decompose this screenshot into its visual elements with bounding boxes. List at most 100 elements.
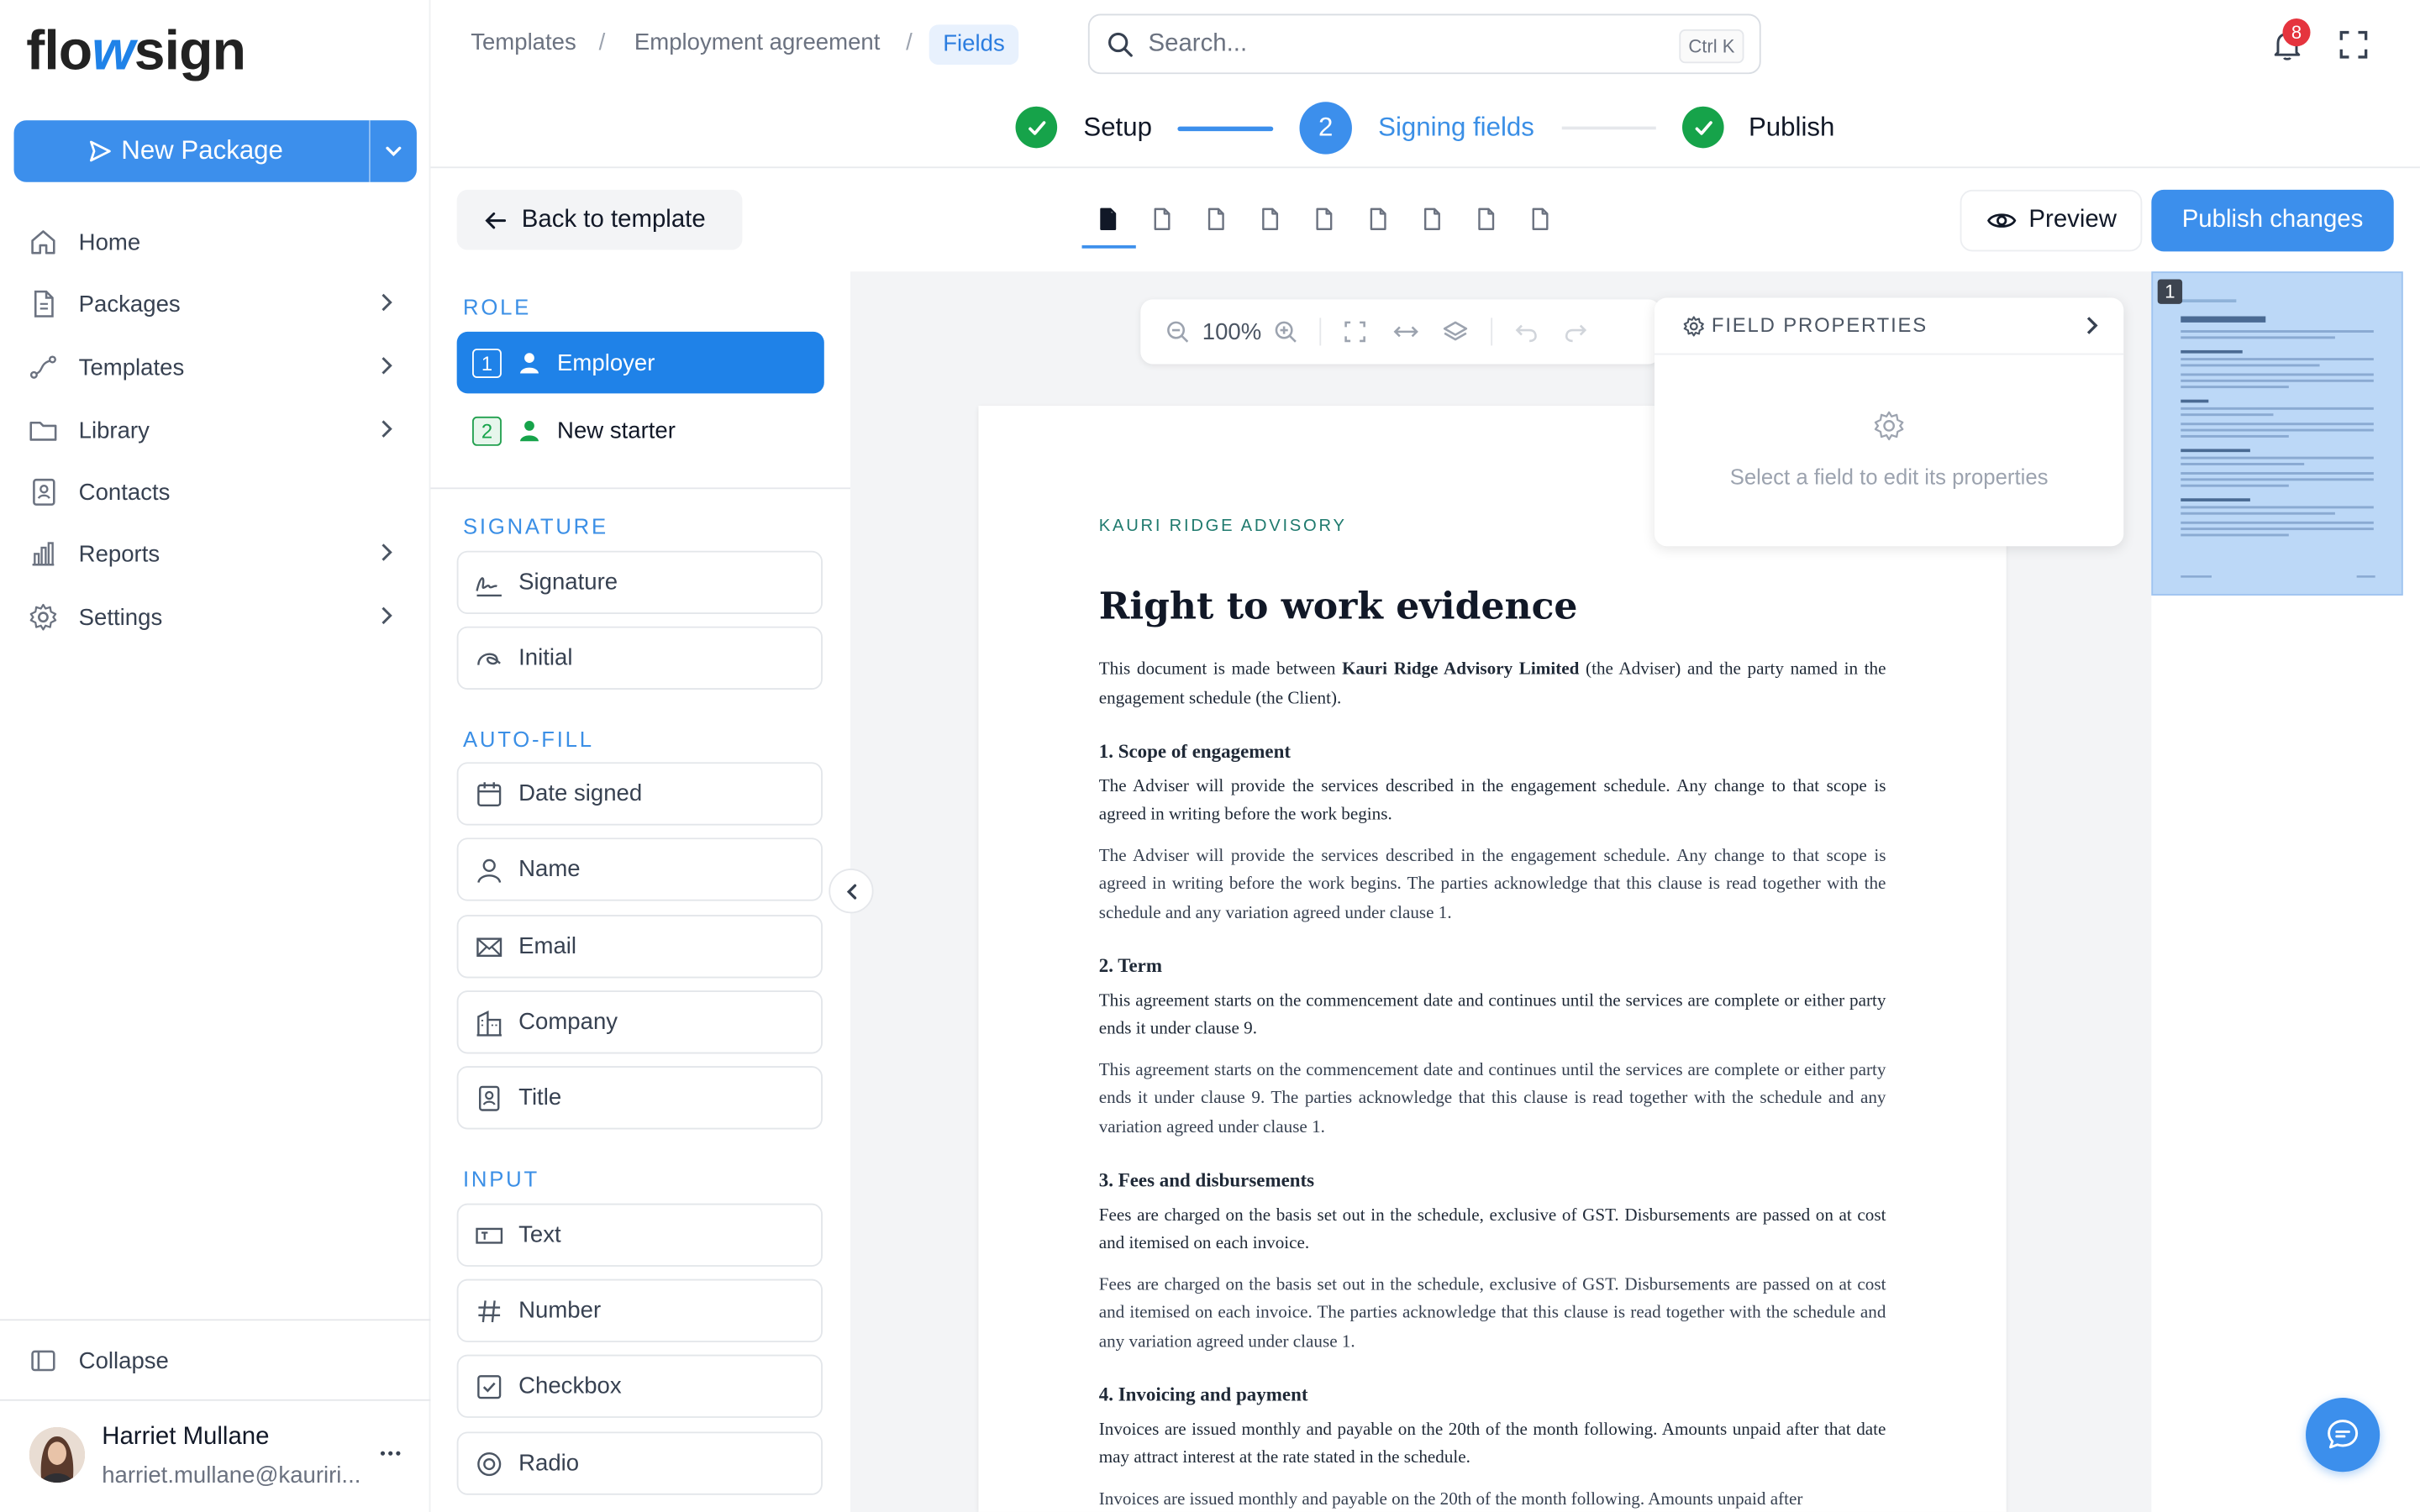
- sidebar-divider: [0, 1399, 431, 1401]
- gear-icon: [29, 603, 57, 631]
- page-tab[interactable]: [1420, 207, 1444, 231]
- page-tab[interactable]: [1096, 207, 1120, 231]
- breadcrumb-employment-agreement[interactable]: Employment agreement: [634, 29, 880, 55]
- page-tab[interactable]: [1365, 207, 1390, 231]
- field-initial[interactable]: Initial: [456, 626, 823, 690]
- field-radio[interactable]: Radio: [456, 1431, 823, 1495]
- step-setup-label[interactable]: Setup: [1083, 113, 1152, 144]
- field-name[interactable]: Name: [456, 837, 823, 901]
- gear-icon: [1683, 316, 1704, 337]
- role-section-title: ROLE: [463, 294, 532, 320]
- step-publish-label[interactable]: Publish: [1749, 113, 1834, 144]
- undo-icon[interactable]: [1514, 319, 1539, 344]
- search-input[interactable]: Search...: [1149, 30, 1248, 58]
- sidebar-item-label: Packages: [78, 291, 181, 318]
- chat-button[interactable]: [2306, 1398, 2381, 1473]
- home-icon: [31, 230, 55, 255]
- checkbox-icon: [477, 1374, 502, 1399]
- layers-icon[interactable]: [1442, 319, 1470, 344]
- role-label: Employer: [557, 349, 655, 376]
- field-email[interactable]: Email: [456, 915, 823, 979]
- notification-count-badge: 8: [2282, 18, 2311, 47]
- user-menu-button[interactable]: [378, 1441, 402, 1465]
- field-signature[interactable]: Signature: [456, 550, 823, 615]
- field-text[interactable]: Text: [456, 1203, 823, 1267]
- role-new-starter[interactable]: 2 New starter: [457, 400, 824, 461]
- new-package-main[interactable]: New Package: [14, 120, 357, 181]
- person-icon: [477, 858, 502, 883]
- page-tab[interactable]: [1474, 207, 1498, 231]
- avatar[interactable]: [29, 1426, 86, 1483]
- fit-width-icon[interactable]: [1392, 319, 1420, 344]
- field-title[interactable]: Title: [456, 1066, 823, 1130]
- chevron-left-icon: [845, 883, 856, 899]
- breadcrumb-templates[interactable]: Templates: [471, 29, 576, 55]
- sidebar-item-library[interactable]: Library: [14, 402, 418, 460]
- app-logo[interactable]: flowsign: [26, 18, 246, 83]
- chevron-right-icon: [381, 606, 392, 625]
- fullscreen-button[interactable]: [2338, 29, 2370, 60]
- role-employer[interactable]: 1 Employer: [456, 331, 824, 394]
- gear-icon: [1874, 411, 1904, 441]
- breadcrumb-fields[interactable]: Fields: [929, 24, 1019, 66]
- sidebar-item-home[interactable]: Home: [14, 213, 418, 271]
- field-date-signed[interactable]: Date signed: [456, 762, 823, 826]
- fit-page-icon[interactable]: [1344, 319, 1368, 344]
- document-page[interactable]: KAURI RIDGE ADVISORY Right to work evide…: [978, 406, 2007, 1512]
- contacts-icon: [33, 478, 55, 506]
- page-tab[interactable]: [1528, 207, 1552, 231]
- breadcrumb-separator: /: [598, 29, 606, 56]
- doc-section-heading: 3. Fees and disbursements: [1098, 1169, 1315, 1191]
- step-signing-fields-number[interactable]: 2: [1299, 102, 1352, 155]
- sidebar-item-templates[interactable]: Templates: [14, 338, 418, 396]
- page-tab[interactable]: [1150, 207, 1174, 231]
- doc-title: Right to work evidence: [1098, 583, 1578, 628]
- sidebar-item-settings[interactable]: Settings: [14, 588, 418, 647]
- field-label: Title: [518, 1084, 562, 1111]
- more-horizontal-icon: [380, 1451, 401, 1456]
- doc-paragraph: Fees are charged on the basis set out in…: [1098, 1275, 1886, 1352]
- field-label: Text: [518, 1221, 561, 1248]
- step-signing-fields-label[interactable]: Signing fields: [1378, 113, 1534, 144]
- field-properties-hint: Select a field to edit its properties: [1729, 464, 2049, 490]
- doc-paragraph: Fees are charged on the basis set out in…: [1098, 1205, 1886, 1253]
- field-label: Email: [518, 933, 577, 960]
- page-thumbnail[interactable]: [2151, 271, 2403, 596]
- eye-icon: [1986, 213, 2016, 228]
- redo-icon[interactable]: [1564, 319, 1588, 344]
- zoom-level: 100%: [1202, 318, 1262, 345]
- zoom-in-icon[interactable]: [1274, 319, 1298, 344]
- page-tab[interactable]: [1258, 207, 1282, 231]
- field-label: Initial: [518, 644, 573, 671]
- user-email: harriet.mullane@kauriri...: [102, 1462, 361, 1489]
- sidebar-item-contacts[interactable]: Contacts: [14, 463, 418, 522]
- field-number[interactable]: Number: [456, 1278, 823, 1342]
- collapse-panel-button[interactable]: [829, 869, 874, 914]
- new-package-dropdown[interactable]: [371, 120, 417, 181]
- back-label: Back to template: [521, 206, 706, 233]
- new-package-label: New Package: [121, 135, 283, 165]
- field-label: Radio: [518, 1450, 580, 1477]
- publish-changes-button[interactable]: Publish changes: [2151, 189, 2394, 252]
- field-company[interactable]: Company: [456, 990, 823, 1054]
- sidebar-item-packages[interactable]: Packages: [14, 275, 418, 333]
- initial-icon: [477, 652, 501, 664]
- radio-icon: [477, 1452, 502, 1476]
- new-package-button[interactable]: New Package: [13, 120, 417, 182]
- input-section-title: INPUT: [463, 1166, 539, 1191]
- back-to-template-button[interactable]: Back to template: [456, 189, 743, 250]
- field-checkbox[interactable]: Checkbox: [456, 1354, 823, 1418]
- page-tab[interactable]: [1204, 207, 1228, 231]
- preview-button[interactable]: Preview: [1960, 189, 2143, 252]
- collapse-sidebar-button[interactable]: Collapse: [14, 1331, 418, 1390]
- step-setup-check[interactable]: [1015, 106, 1058, 149]
- zoom-out-icon[interactable]: [1165, 319, 1190, 344]
- page-icon: [1423, 207, 1440, 230]
- page-tab[interactable]: [1312, 207, 1336, 231]
- arrow-left-icon: [485, 211, 507, 228]
- search-box[interactable]: Search... Ctrl K: [1087, 13, 1761, 75]
- doc-paragraph: Invoices are issued monthly and payable …: [1098, 1489, 1803, 1509]
- step-publish-check[interactable]: [1682, 106, 1724, 149]
- chevron-right-icon[interactable]: [2081, 315, 2102, 337]
- sidebar-item-reports[interactable]: Reports: [14, 524, 418, 583]
